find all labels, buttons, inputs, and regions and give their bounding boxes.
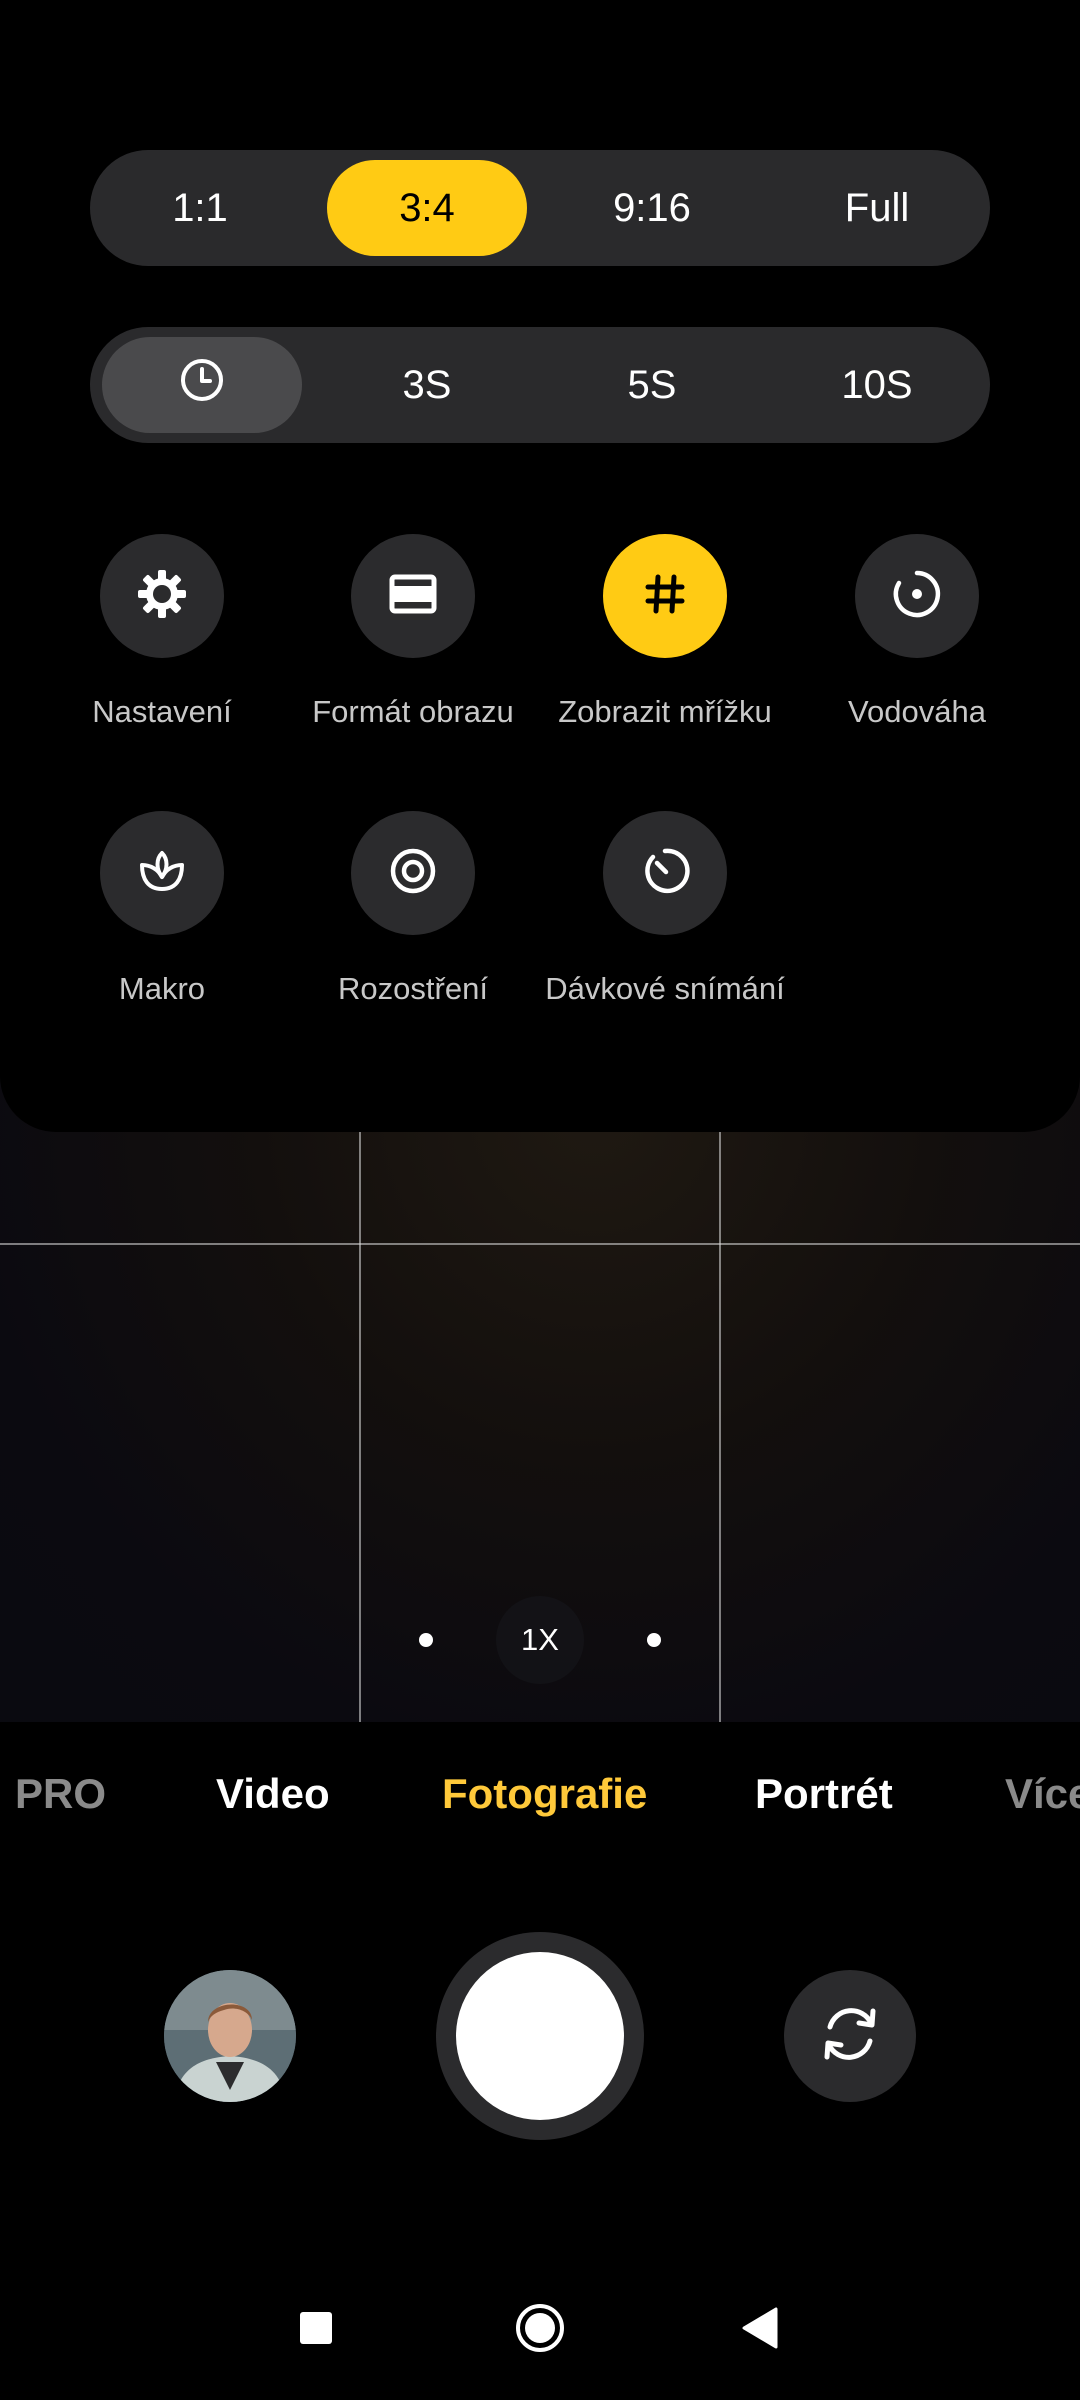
- burst-tile[interactable]: Dávkové snímání: [540, 811, 790, 1031]
- timer-selector: 3S 5S 10S: [90, 327, 990, 443]
- zoom-dot-tele[interactable]: [647, 1633, 661, 1647]
- aspect-option-full[interactable]: Full: [777, 160, 977, 256]
- aspect-format-button[interactable]: [351, 534, 475, 658]
- aspect-ratio-selector: 1:1 3:4 9:16 Full: [90, 150, 990, 266]
- camera-flip-icon: [815, 1999, 885, 2074]
- timer-option-5s[interactable]: 5S: [552, 337, 752, 433]
- macro-tile[interactable]: Makro: [37, 811, 287, 1031]
- timer-option-3s[interactable]: 3S: [327, 337, 527, 433]
- home-button[interactable]: [510, 2300, 570, 2360]
- quick-settings-panel: 1:1 3:4 9:16 Full 3S 5S 10S Nastavení Fo…: [0, 0, 1080, 1132]
- zoom-level-label: 1X: [521, 1622, 559, 1657]
- grid-line: [0, 1243, 1080, 1245]
- aspect-format-tile[interactable]: Formát obrazu: [288, 534, 538, 754]
- blur-icon: [387, 845, 439, 902]
- switch-camera-button[interactable]: [784, 1970, 916, 2102]
- blur-label: Rozostření: [338, 971, 488, 1006]
- grid-label: Zobrazit mřížku: [558, 694, 772, 729]
- clock-icon: [177, 355, 227, 415]
- square-icon: [299, 2311, 333, 2350]
- settings-button[interactable]: [100, 534, 224, 658]
- last-photo-preview: [164, 1970, 296, 2102]
- grid-hash-icon: [640, 569, 690, 624]
- back-triangle-icon: [740, 2307, 780, 2354]
- blur-tile[interactable]: Rozostření: [288, 811, 538, 1031]
- grid-toggle-button[interactable]: [603, 534, 727, 658]
- mode-video[interactable]: Video: [216, 1770, 330, 1840]
- level-button[interactable]: [855, 534, 979, 658]
- macro-button[interactable]: [100, 811, 224, 935]
- zoom-dot-wide[interactable]: [419, 1633, 433, 1647]
- grid-tile[interactable]: Zobrazit mřížku: [540, 534, 790, 754]
- aspect-option-9-16[interactable]: 9:16: [552, 160, 752, 256]
- aspect-format-label: Formát obrazu: [312, 694, 514, 729]
- burst-label: Dávkové snímání: [545, 971, 785, 1006]
- level-icon: [891, 568, 943, 625]
- zoom-level-button[interactable]: 1X: [496, 1596, 584, 1684]
- aspect-frame-icon: [389, 574, 437, 619]
- gear-icon: [134, 566, 190, 627]
- shutter-inner: [456, 1952, 624, 2120]
- burst-icon: [639, 845, 691, 902]
- recents-button[interactable]: [286, 2300, 346, 2360]
- mode-portrait[interactable]: Portrét: [755, 1770, 893, 1840]
- aspect-option-3-4[interactable]: 3:4: [327, 160, 527, 256]
- level-label: Vodováha: [848, 694, 986, 729]
- home-circle-icon: [514, 2302, 566, 2359]
- mode-photo[interactable]: Fotografie: [442, 1770, 647, 1840]
- level-tile[interactable]: Vodováha: [792, 534, 1042, 754]
- aspect-option-1-1[interactable]: 1:1: [100, 160, 300, 256]
- shutter-button[interactable]: [436, 1932, 644, 2140]
- burst-button[interactable]: [603, 811, 727, 935]
- timer-option-10s[interactable]: 10S: [777, 337, 977, 433]
- mode-more[interactable]: Více: [1005, 1770, 1080, 1840]
- blur-button[interactable]: [351, 811, 475, 935]
- camera-screen: 1X 1:1 3:4 9:16 Full 3S 5S 10S Nastavení…: [0, 0, 1080, 2400]
- gallery-thumbnail[interactable]: [164, 1970, 296, 2102]
- mode-pro[interactable]: PRO: [15, 1770, 106, 1840]
- timer-off-option[interactable]: [102, 337, 302, 433]
- settings-tile[interactable]: Nastavení: [37, 534, 287, 754]
- flower-icon: [136, 845, 188, 902]
- settings-label: Nastavení: [92, 694, 232, 729]
- back-button[interactable]: [730, 2300, 790, 2360]
- macro-label: Makro: [118, 971, 206, 1006]
